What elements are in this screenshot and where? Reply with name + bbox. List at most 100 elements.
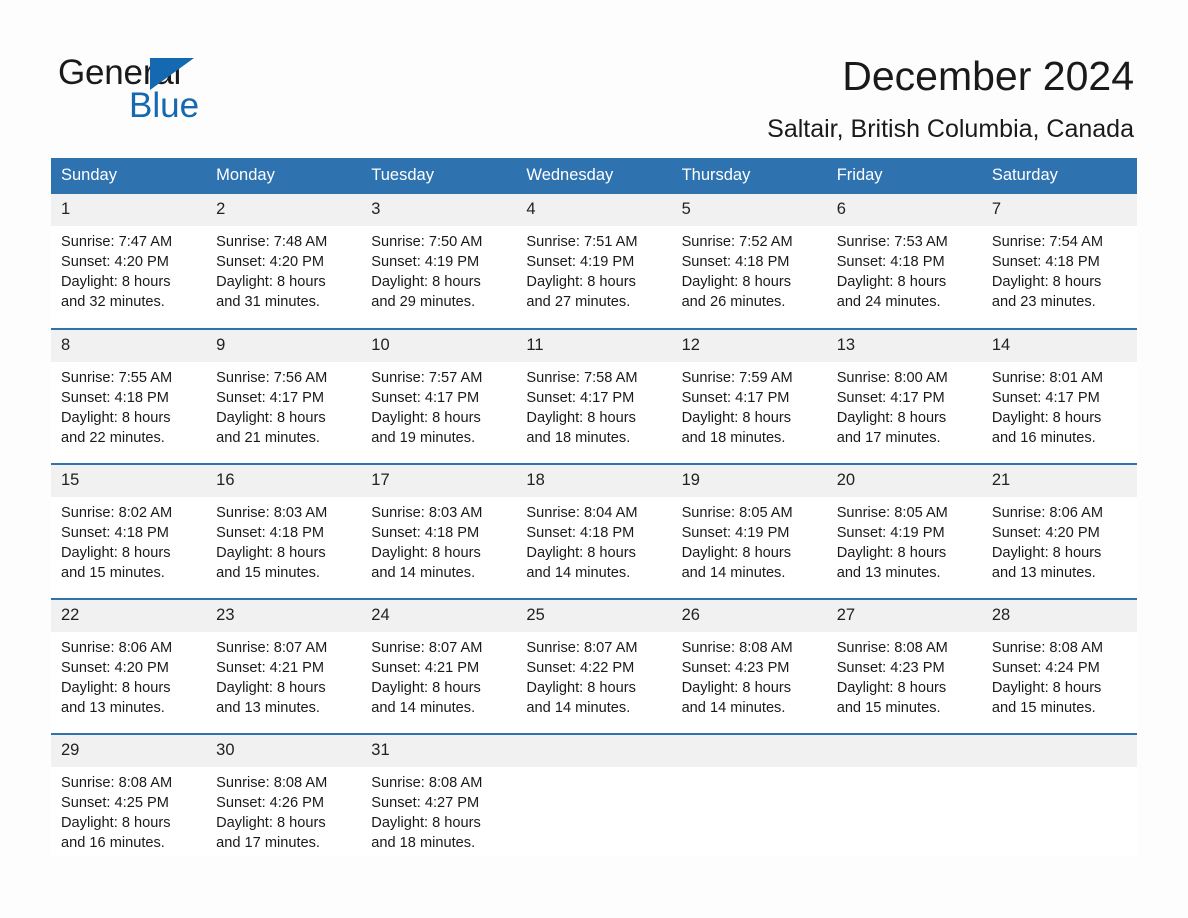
day-cell[interactable]: 7 Sunrise: 7:54 AM Sunset: 4:18 PM Daylight… bbox=[981, 194, 1137, 329]
sunset-text: Sunset: 4:17 PM bbox=[216, 390, 325, 406]
daylight-text-line1: Daylight: 8 hours bbox=[61, 545, 171, 561]
daylight-text-line1: Daylight: 8 hours bbox=[216, 815, 326, 831]
day-cell[interactable]: 3 Sunrise: 7:50 AM Sunset: 4:19 PM Daylight… bbox=[361, 194, 517, 329]
weekday-header-monday: Monday bbox=[206, 158, 362, 194]
day-cell[interactable]: 16 Sunrise: 8:03 AM Sunset: 4:18 PM Dayligh… bbox=[206, 463, 362, 599]
day-cell[interactable]: 28 Sunrise: 8:08 AM Sunset: 4:24 PM Dayligh… bbox=[981, 598, 1137, 734]
day-number bbox=[516, 735, 672, 767]
sunrise-text: Sunrise: 7:54 AM bbox=[991, 234, 1103, 250]
daylight-text-line2: and 15 minutes. bbox=[61, 565, 165, 581]
day-cell[interactable]: 31 Sunrise: 8:08 AM Sunset: 4:27 PM Dayligh… bbox=[361, 733, 517, 856]
daylight-text-line1: Daylight: 8 hours bbox=[526, 680, 636, 696]
daylight-text-line2: and 14 minutes. bbox=[681, 700, 786, 716]
sunset-text: Sunset: 4:23 PM bbox=[681, 660, 790, 676]
day-cell[interactable]: 26 Sunrise: 8:08 AM Sunset: 4:23 PM Dayligh… bbox=[671, 598, 827, 734]
sunrise-text: Sunrise: 7:53 AM bbox=[836, 234, 948, 250]
daylight-text-line2: and 14 minutes. bbox=[526, 565, 631, 581]
day-cell[interactable]: 1 Sunrise: 7:47 AM Sunset: 4:20 PM Daylight… bbox=[51, 194, 207, 329]
day-cell[interactable]: 4 Sunrise: 7:51 AM Sunset: 4:19 PM Daylight… bbox=[516, 194, 672, 329]
sunset-text: Sunset: 4:21 PM bbox=[216, 660, 325, 676]
day-cell-empty bbox=[981, 733, 1137, 856]
day-info: Sunrise: 8:03 AM Sunset: 4:18 PM Daylight:… bbox=[361, 497, 516, 583]
sunset-text: Sunset: 4:17 PM bbox=[836, 390, 945, 406]
day-cell[interactable]: 2 Sunrise: 7:48 AM Sunset: 4:20 PM Daylight… bbox=[206, 194, 362, 329]
day-cell[interactable]: 21 Sunrise: 8:06 AM Sunset: 4:20 PM Dayligh… bbox=[981, 463, 1137, 599]
day-number: 5 bbox=[671, 194, 827, 226]
sunrise-text: Sunrise: 8:06 AM bbox=[61, 640, 173, 656]
day-info: Sunrise: 8:03 AM Sunset: 4:18 PM Daylight:… bbox=[206, 497, 361, 583]
day-cell[interactable]: 17 Sunrise: 8:03 AM Sunset: 4:18 PM Dayligh… bbox=[361, 463, 517, 599]
sunrise-text: Sunrise: 7:50 AM bbox=[371, 234, 483, 250]
day-cell[interactable]: 24 Sunrise: 8:07 AM Sunset: 4:21 PM Dayligh… bbox=[361, 598, 517, 734]
calendar-week-row: 22 Sunrise: 8:06 AM Sunset: 4:20 PM Dayligh… bbox=[51, 598, 1137, 734]
day-cell[interactable]: 23 Sunrise: 8:07 AM Sunset: 4:21 PM Dayligh… bbox=[206, 598, 362, 734]
daylight-text-line1: Daylight: 8 hours bbox=[371, 815, 481, 831]
daylight-text-line1: Daylight: 8 hours bbox=[681, 545, 792, 561]
day-info: Sunrise: 8:05 AM Sunset: 4:19 PM Daylight:… bbox=[672, 497, 827, 583]
day-cell[interactable]: 12 Sunrise: 7:59 AM Sunset: 4:17 PM Dayligh… bbox=[671, 328, 827, 464]
daylight-text-line2: and 19 minutes. bbox=[371, 430, 476, 446]
weekday-header-thursday: Thursday bbox=[671, 158, 827, 194]
day-number: 25 bbox=[516, 600, 672, 632]
day-info: Sunrise: 8:06 AM Sunset: 4:20 PM Daylight:… bbox=[51, 632, 206, 718]
day-cell[interactable]: 30 Sunrise: 8:08 AM Sunset: 4:26 PM Dayligh… bbox=[206, 733, 362, 856]
sunset-text: Sunset: 4:18 PM bbox=[216, 525, 325, 541]
day-cell[interactable]: 13 Sunrise: 8:00 AM Sunset: 4:17 PM Dayligh… bbox=[826, 328, 982, 464]
day-info: Sunrise: 7:56 AM Sunset: 4:17 PM Daylight:… bbox=[206, 362, 361, 448]
daylight-text-line1: Daylight: 8 hours bbox=[991, 410, 1102, 426]
day-cell[interactable]: 6 Sunrise: 7:53 AM Sunset: 4:18 PM Daylight… bbox=[826, 194, 982, 329]
day-info: Sunrise: 8:08 AM Sunset: 4:24 PM Daylight:… bbox=[982, 632, 1137, 718]
sunrise-text: Sunrise: 8:00 AM bbox=[836, 370, 948, 386]
day-info: Sunrise: 7:55 AM Sunset: 4:18 PM Daylight:… bbox=[51, 362, 206, 448]
day-number: 21 bbox=[981, 465, 1137, 497]
daylight-text-line1: Daylight: 8 hours bbox=[216, 410, 326, 426]
day-number: 22 bbox=[51, 600, 207, 632]
daylight-text-line1: Daylight: 8 hours bbox=[526, 545, 636, 561]
calendar-week-row: 15 Sunrise: 8:02 AM Sunset: 4:18 PM Dayligh… bbox=[51, 463, 1137, 599]
daylight-text-line1: Daylight: 8 hours bbox=[216, 680, 326, 696]
day-number: 7 bbox=[981, 194, 1137, 226]
day-info: Sunrise: 8:08 AM Sunset: 4:23 PM Daylight:… bbox=[827, 632, 982, 718]
day-cell[interactable]: 14 Sunrise: 8:01 AM Sunset: 4:17 PM Dayligh… bbox=[981, 328, 1137, 464]
daylight-text-line2: and 15 minutes. bbox=[991, 700, 1096, 716]
daylight-text-line1: Daylight: 8 hours bbox=[681, 680, 792, 696]
daylight-text-line1: Daylight: 8 hours bbox=[991, 274, 1102, 290]
day-cell[interactable]: 8 Sunrise: 7:55 AM Sunset: 4:18 PM Daylight… bbox=[51, 328, 207, 464]
sunset-text: Sunset: 4:17 PM bbox=[371, 390, 480, 406]
day-number: 6 bbox=[826, 194, 982, 226]
daylight-text-line1: Daylight: 8 hours bbox=[61, 680, 171, 696]
day-info: Sunrise: 7:58 AM Sunset: 4:17 PM Daylight:… bbox=[516, 362, 671, 448]
day-info: Sunrise: 8:07 AM Sunset: 4:22 PM Daylight:… bbox=[516, 632, 671, 718]
day-cell[interactable]: 10 Sunrise: 7:57 AM Sunset: 4:17 PM Dayligh… bbox=[361, 328, 517, 464]
day-cell[interactable]: 18 Sunrise: 8:04 AM Sunset: 4:18 PM Dayligh… bbox=[516, 463, 672, 599]
daylight-text-line2: and 18 minutes. bbox=[371, 835, 476, 851]
sunrise-text: Sunrise: 8:08 AM bbox=[991, 640, 1103, 656]
sunset-text: Sunset: 4:24 PM bbox=[991, 660, 1100, 676]
sunset-text: Sunset: 4:19 PM bbox=[371, 254, 480, 270]
day-cell[interactable]: 27 Sunrise: 8:08 AM Sunset: 4:23 PM Dayligh… bbox=[826, 598, 982, 734]
sunset-text: Sunset: 4:21 PM bbox=[371, 660, 480, 676]
daylight-text-line1: Daylight: 8 hours bbox=[216, 545, 326, 561]
sunrise-text: Sunrise: 7:58 AM bbox=[526, 370, 638, 386]
day-cell[interactable]: 15 Sunrise: 8:02 AM Sunset: 4:18 PM Dayligh… bbox=[51, 463, 207, 599]
day-cell[interactable]: 5 Sunrise: 7:52 AM Sunset: 4:18 PM Daylight… bbox=[671, 194, 827, 329]
daylight-text-line2: and 21 minutes. bbox=[216, 430, 320, 446]
sunset-text: Sunset: 4:17 PM bbox=[681, 390, 790, 406]
sunset-text: Sunset: 4:22 PM bbox=[526, 660, 635, 676]
day-number: 27 bbox=[826, 600, 982, 632]
sunset-text: Sunset: 4:19 PM bbox=[681, 525, 790, 541]
sunset-text: Sunset: 4:18 PM bbox=[836, 254, 945, 270]
day-cell[interactable]: 11 Sunrise: 7:58 AM Sunset: 4:17 PM Dayligh… bbox=[516, 328, 672, 464]
day-number: 4 bbox=[516, 194, 672, 226]
day-info: Sunrise: 7:51 AM Sunset: 4:19 PM Daylight:… bbox=[516, 226, 671, 312]
sunrise-text: Sunrise: 8:08 AM bbox=[836, 640, 948, 656]
daylight-text-line2: and 15 minutes. bbox=[836, 700, 941, 716]
weekday-header-tuesday: Tuesday bbox=[361, 158, 517, 194]
day-cell[interactable]: 19 Sunrise: 8:05 AM Sunset: 4:19 PM Dayligh… bbox=[671, 463, 827, 599]
day-cell[interactable]: 29 Sunrise: 8:08 AM Sunset: 4:25 PM Dayligh… bbox=[51, 733, 207, 856]
day-cell[interactable]: 25 Sunrise: 8:07 AM Sunset: 4:22 PM Dayligh… bbox=[516, 598, 672, 734]
day-cell[interactable]: 9 Sunrise: 7:56 AM Sunset: 4:17 PM Daylight… bbox=[206, 328, 362, 464]
day-cell[interactable]: 22 Sunrise: 8:06 AM Sunset: 4:20 PM Dayligh… bbox=[51, 598, 207, 734]
day-cell[interactable]: 20 Sunrise: 8:05 AM Sunset: 4:19 PM Dayligh… bbox=[826, 463, 982, 599]
day-info: Sunrise: 8:00 AM Sunset: 4:17 PM Daylight:… bbox=[827, 362, 982, 448]
